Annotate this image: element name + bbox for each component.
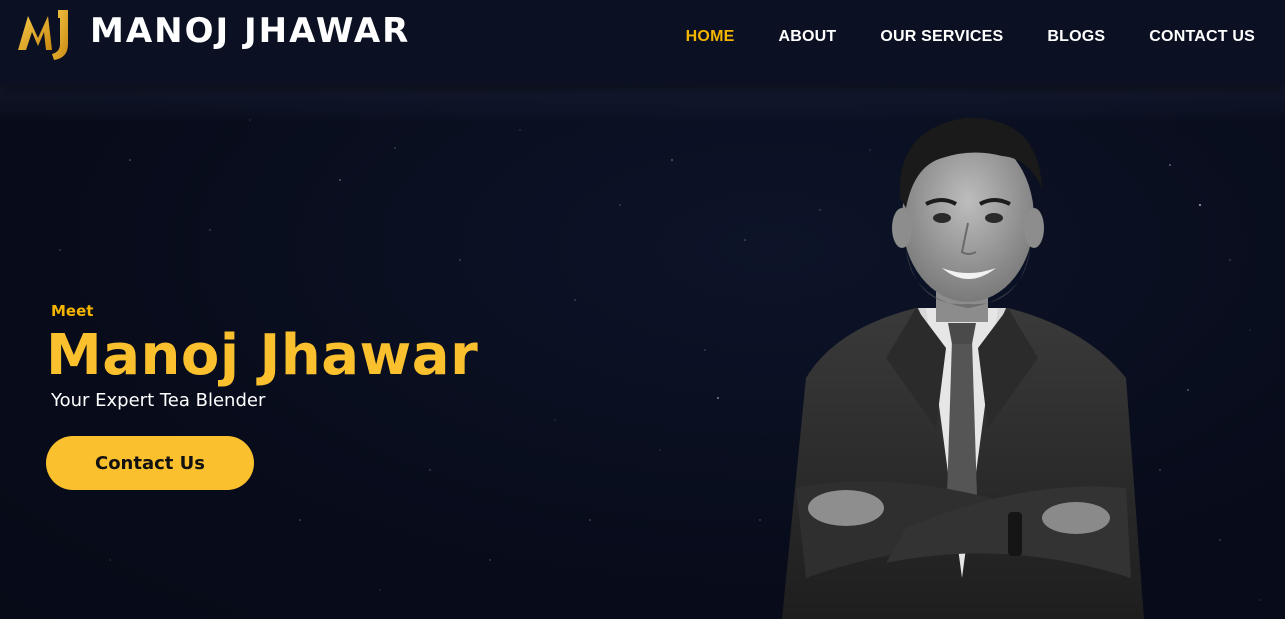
- nav-item-home[interactable]: HOME: [686, 28, 735, 46]
- nav-item-our-services[interactable]: OUR SERVICES: [880, 28, 1003, 46]
- main-nav: HOME ABOUT OUR SERVICES BLOGS CONTACT US: [686, 28, 1255, 46]
- nav-item-contact-us[interactable]: CONTACT US: [1149, 28, 1255, 46]
- hero-tagline: Your Expert Tea Blender: [51, 390, 266, 411]
- hero-name: Manoj Jhawar: [46, 323, 479, 388]
- person-portrait-icon: [782, 117, 1144, 619]
- site-header: MANOJ JHAWAR HOME ABOUT OUR SERVICES BLO…: [0, 0, 1285, 86]
- landing-page: MANOJ JHAWAR HOME ABOUT OUR SERVICES BLO…: [0, 0, 1285, 619]
- nav-item-blogs[interactable]: BLOGS: [1047, 28, 1105, 46]
- nav-item-about[interactable]: ABOUT: [778, 28, 836, 46]
- hero-eyebrow: Meet: [51, 302, 94, 320]
- brand-logo[interactable]: MANOJ JHAWAR: [14, 4, 410, 62]
- header-shadow: [0, 86, 1285, 122]
- hero-section: Meet Manoj Jhawar Your Expert Tea Blende…: [46, 300, 478, 490]
- mj-monogram-icon: [18, 10, 68, 60]
- brand-name: MANOJ JHAWAR: [90, 11, 411, 51]
- contact-us-button[interactable]: Contact Us: [46, 436, 254, 490]
